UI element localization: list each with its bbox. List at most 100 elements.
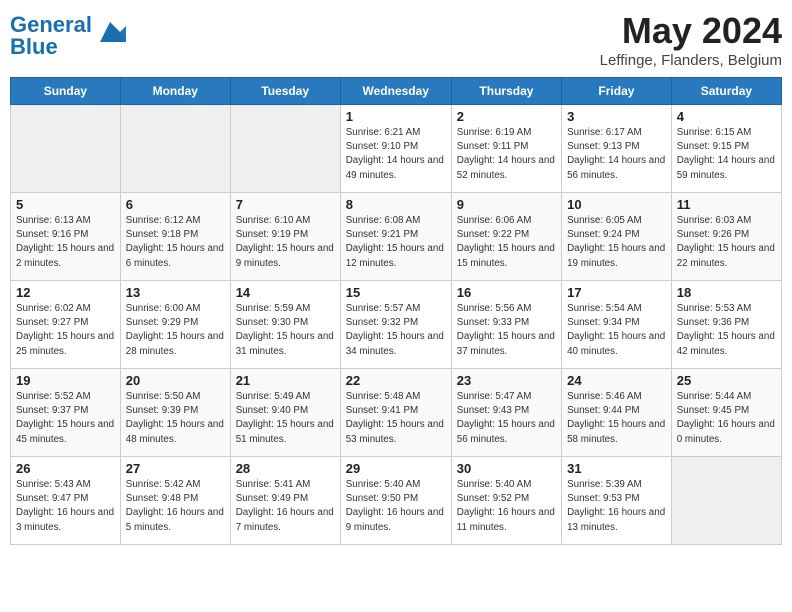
day-number: 20: [126, 373, 225, 388]
day-info: Sunrise: 5:40 AMSunset: 9:52 PMDaylight:…: [457, 478, 556, 535]
day-number: 9: [457, 197, 556, 212]
calendar-cell: 13 Sunrise: 6:00 AMSunset: 9:29 PMDayligh…: [120, 281, 230, 369]
day-number: 5: [16, 197, 115, 212]
calendar-cell: 1Sunrise: 6:21 AMSunset: 9:10 PMDaylight…: [340, 105, 451, 193]
day-info: Sunrise: 5:49 AMSunset: 9:40 PMDaylight:…: [236, 390, 335, 447]
day-number: 26: [16, 461, 115, 476]
day-info: Sunrise: 6:00 AMSunset: 9:29 PMDaylight:…: [126, 302, 225, 359]
day-number: 10: [567, 197, 666, 212]
day-number: 11: [677, 197, 776, 212]
day-info: Sunrise: 6:03 AMSunset: 9:26 PMDaylight:…: [677, 214, 776, 271]
title-section: May 2024 Leffinge, Flanders, Belgium: [600, 10, 782, 69]
day-number: 3: [567, 109, 666, 124]
day-info: Sunrise: 5:39 AMSunset: 9:53 PMDaylight:…: [567, 478, 666, 535]
day-info: Sunrise: 5:50 AMSunset: 9:39 PMDaylight:…: [126, 390, 225, 447]
calendar-cell: [230, 105, 340, 193]
calendar-cell: 15 Sunrise: 5:57 AMSunset: 9:32 PMDayligh…: [340, 281, 451, 369]
day-info: Sunrise: 5:42 AMSunset: 9:48 PMDaylight:…: [126, 478, 225, 535]
month-title: May 2024: [600, 10, 782, 52]
calendar-cell: 14Sunrise: 5:59 AMSunset: 9:30 PMDayligh…: [230, 281, 340, 369]
day-number: 2: [457, 109, 556, 124]
page-header: General Blue May 2024 Leffinge, Flanders…: [10, 10, 782, 69]
calendar-cell: 5 Sunrise: 6:13 AMSunset: 9:16 PMDaylight…: [11, 193, 121, 281]
day-number: 4: [677, 109, 776, 124]
calendar-cell: 4Sunrise: 6:15 AMSunset: 9:15 PMDaylight…: [671, 105, 781, 193]
day-info: Sunrise: 5:47 AMSunset: 9:43 PMDaylight:…: [457, 390, 556, 447]
calendar-cell: 29Sunrise: 5:40 AMSunset: 9:50 PMDayligh…: [340, 457, 451, 545]
day-number: 27: [126, 461, 225, 476]
day-number: 18: [677, 285, 776, 300]
calendar-cell: [11, 105, 121, 193]
header-row: SundayMondayTuesdayWednesdayThursdayFrid…: [11, 78, 782, 105]
day-number: 29: [346, 461, 446, 476]
day-info: Sunrise: 6:13 AMSunset: 9:16 PMDaylight:…: [16, 214, 115, 271]
day-info: Sunrise: 6:08 AMSunset: 9:21 PMDaylight:…: [346, 214, 446, 271]
day-number: 15: [346, 285, 446, 300]
calendar-cell: 25 Sunrise: 5:44 AMSunset: 9:45 PMDayligh…: [671, 369, 781, 457]
day-info: Sunrise: 6:06 AMSunset: 9:22 PMDaylight:…: [457, 214, 556, 271]
day-number: 24: [567, 373, 666, 388]
day-info: Sunrise: 6:05 AMSunset: 9:24 PMDaylight:…: [567, 214, 666, 271]
day-header-sunday: Sunday: [11, 78, 121, 105]
day-number: 16: [457, 285, 556, 300]
calendar-cell: 21 Sunrise: 5:49 AMSunset: 9:40 PMDayligh…: [230, 369, 340, 457]
calendar-cell: 30 Sunrise: 5:40 AMSunset: 9:52 PMDayligh…: [451, 457, 561, 545]
day-number: 8: [346, 197, 446, 212]
logo-icon: [94, 18, 126, 46]
day-number: 14: [236, 285, 335, 300]
calendar-cell: 8 Sunrise: 6:08 AMSunset: 9:21 PMDaylight…: [340, 193, 451, 281]
day-number: 28: [236, 461, 335, 476]
day-number: 1: [346, 109, 446, 124]
calendar-table: SundayMondayTuesdayWednesdayThursdayFrid…: [10, 77, 782, 545]
calendar-week-3: 12Sunrise: 6:02 AMSunset: 9:27 PMDayligh…: [11, 281, 782, 369]
day-header-thursday: Thursday: [451, 78, 561, 105]
day-info: Sunrise: 5:43 AMSunset: 9:47 PMDaylight:…: [16, 478, 115, 535]
day-info: Sunrise: 5:41 AMSunset: 9:49 PMDaylight:…: [236, 478, 335, 535]
calendar-cell: 22Sunrise: 5:48 AMSunset: 9:41 PMDayligh…: [340, 369, 451, 457]
calendar-cell: 6Sunrise: 6:12 AMSunset: 9:18 PMDaylight…: [120, 193, 230, 281]
calendar-cell: 27 Sunrise: 5:42 AMSunset: 9:48 PMDayligh…: [120, 457, 230, 545]
calendar-week-4: 19Sunrise: 5:52 AMSunset: 9:37 PMDayligh…: [11, 369, 782, 457]
day-number: 23: [457, 373, 556, 388]
calendar-cell: 26 Sunrise: 5:43 AMSunset: 9:47 PMDayligh…: [11, 457, 121, 545]
calendar-cell: 11 Sunrise: 6:03 AMSunset: 9:26 PMDayligh…: [671, 193, 781, 281]
calendar-cell: 16Sunrise: 5:56 AMSunset: 9:33 PMDayligh…: [451, 281, 561, 369]
day-number: 25: [677, 373, 776, 388]
day-number: 21: [236, 373, 335, 388]
calendar-cell: 20 Sunrise: 5:50 AMSunset: 9:39 PMDayligh…: [120, 369, 230, 457]
day-header-wednesday: Wednesday: [340, 78, 451, 105]
day-info: Sunrise: 6:02 AMSunset: 9:27 PMDaylight:…: [16, 302, 115, 359]
logo-blue: Blue: [10, 36, 92, 58]
calendar-cell: 19Sunrise: 5:52 AMSunset: 9:37 PMDayligh…: [11, 369, 121, 457]
day-header-tuesday: Tuesday: [230, 78, 340, 105]
day-number: 7: [236, 197, 335, 212]
day-number: 17: [567, 285, 666, 300]
calendar-cell: 18 Sunrise: 5:53 AMSunset: 9:36 PMDayligh…: [671, 281, 781, 369]
calendar-cell: [671, 457, 781, 545]
day-info: Sunrise: 6:17 AMSunset: 9:13 PMDaylight:…: [567, 126, 666, 183]
calendar-cell: 24 Sunrise: 5:46 AMSunset: 9:44 PMDayligh…: [562, 369, 672, 457]
day-number: 6: [126, 197, 225, 212]
day-info: Sunrise: 5:46 AMSunset: 9:44 PMDaylight:…: [567, 390, 666, 447]
calendar-cell: 23 Sunrise: 5:47 AMSunset: 9:43 PMDayligh…: [451, 369, 561, 457]
location: Leffinge, Flanders, Belgium: [600, 52, 782, 69]
day-number: 19: [16, 373, 115, 388]
day-info: Sunrise: 5:54 AMSunset: 9:34 PMDaylight:…: [567, 302, 666, 359]
day-info: Sunrise: 5:57 AMSunset: 9:32 PMDaylight:…: [346, 302, 446, 359]
day-number: 30: [457, 461, 556, 476]
day-info: Sunrise: 5:48 AMSunset: 9:41 PMDaylight:…: [346, 390, 446, 447]
day-number: 31: [567, 461, 666, 476]
calendar-cell: 10 Sunrise: 6:05 AMSunset: 9:24 PMDayligh…: [562, 193, 672, 281]
calendar-cell: 9 Sunrise: 6:06 AMSunset: 9:22 PMDaylight…: [451, 193, 561, 281]
calendar-cell: 2Sunrise: 6:19 AMSunset: 9:11 PMDaylight…: [451, 105, 561, 193]
calendar-cell: 28 Sunrise: 5:41 AMSunset: 9:49 PMDayligh…: [230, 457, 340, 545]
calendar-cell: 17 Sunrise: 5:54 AMSunset: 9:34 PMDayligh…: [562, 281, 672, 369]
logo-text: General: [10, 14, 92, 36]
calendar-cell: 12Sunrise: 6:02 AMSunset: 9:27 PMDayligh…: [11, 281, 121, 369]
day-number: 13: [126, 285, 225, 300]
day-header-saturday: Saturday: [671, 78, 781, 105]
day-info: Sunrise: 5:53 AMSunset: 9:36 PMDaylight:…: [677, 302, 776, 359]
calendar-cell: 31 Sunrise: 5:39 AMSunset: 9:53 PMDayligh…: [562, 457, 672, 545]
calendar-cell: [120, 105, 230, 193]
day-info: Sunrise: 5:44 AMSunset: 9:45 PMDaylight:…: [677, 390, 776, 447]
